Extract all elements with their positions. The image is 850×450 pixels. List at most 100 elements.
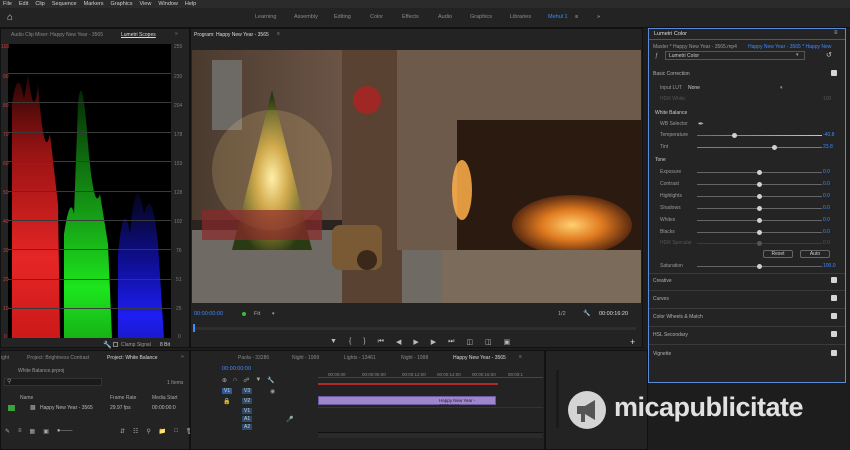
program-title[interactable]: Program: Happy New Year - 3565 xyxy=(194,32,269,38)
whites-slider[interactable] xyxy=(697,218,822,223)
lift-icon[interactable]: ◫ xyxy=(466,338,473,346)
reset-button[interactable]: Reset xyxy=(763,250,793,258)
column-frame-rate[interactable]: Frame Rate xyxy=(110,395,136,401)
workspace-effects[interactable]: Effects xyxy=(402,14,419,20)
temperature-value[interactable]: -40.8 xyxy=(823,132,834,138)
snap-icon[interactable]: ∩ xyxy=(233,377,237,384)
program-menu-icon[interactable]: ≡ xyxy=(277,31,280,37)
slider-knob[interactable] xyxy=(757,170,762,175)
slider-knob[interactable] xyxy=(757,218,762,223)
exposure-value[interactable]: 0.0 xyxy=(823,169,830,175)
tab-sequence-night[interactable]: Night - 1999 xyxy=(292,355,319,361)
video-clip[interactable]: Happy New Year - 3565.mp4 xyxy=(318,396,496,408)
program-timecode[interactable]: 00:00:00:00 xyxy=(194,311,223,317)
workspace-learning[interactable]: Learning xyxy=(255,14,276,20)
contrast-value[interactable]: 0.0 xyxy=(823,181,830,187)
nest-icon[interactable]: ⊕ xyxy=(222,377,227,384)
track-a1-label[interactable]: A1 xyxy=(242,416,253,422)
project-item-name[interactable]: Happy New Year - 3565 xyxy=(40,405,93,411)
wrench-icon[interactable]: 🔧 xyxy=(267,377,274,384)
slider-knob[interactable] xyxy=(757,182,762,187)
panel-menu-icon[interactable]: ≡ xyxy=(519,354,522,360)
eye-icon[interactable]: ◉ xyxy=(270,388,275,395)
color-wheels-section[interactable]: Color Wheels & Match xyxy=(653,314,703,320)
workspace-overflow-icon[interactable]: » xyxy=(597,14,600,20)
menu-graphics[interactable]: Graphics xyxy=(111,1,133,7)
menu-view[interactable]: View xyxy=(140,1,152,7)
track-target-v1[interactable]: V1 xyxy=(222,388,233,394)
column-media-start[interactable]: Media Start xyxy=(152,395,178,401)
play-icon[interactable]: ▶ xyxy=(413,338,418,346)
shadows-slider[interactable] xyxy=(697,206,822,211)
workspace-assembly[interactable]: Assembly xyxy=(294,14,318,20)
playhead[interactable] xyxy=(193,324,195,332)
go-to-out-icon[interactable]: ⏭ xyxy=(448,338,454,346)
go-to-in-icon[interactable]: ⏮ xyxy=(378,338,384,346)
add-marker-icon[interactable]: ▼ xyxy=(255,377,261,384)
add-button-icon[interactable]: + xyxy=(630,337,635,347)
basic-correction-checkbox[interactable] xyxy=(831,70,837,76)
mark-in-icon[interactable]: { xyxy=(349,338,351,346)
slider-knob[interactable] xyxy=(757,194,762,199)
workspace-editing[interactable]: Editing xyxy=(334,14,351,20)
effect-selector[interactable] xyxy=(665,51,805,60)
contrast-slider[interactable] xyxy=(697,182,822,187)
label-color-swatch[interactable] xyxy=(8,405,15,411)
reset-effect-icon[interactable]: ↺ xyxy=(826,51,832,59)
clamp-signal-checkbox[interactable] xyxy=(113,342,118,347)
automate-icon[interactable]: ☷ xyxy=(133,428,138,435)
track-v2-label[interactable]: V2 xyxy=(242,398,253,404)
menu-edit[interactable]: Edit xyxy=(19,1,28,7)
tab-sequence-lights[interactable]: Lights - 13461 xyxy=(344,355,376,361)
panel-overflow-icon[interactable]: » xyxy=(175,31,178,37)
sort-icon[interactable]: ⇵ xyxy=(120,428,125,435)
blacks-value[interactable]: 0.0 xyxy=(823,229,830,235)
wrench-icon[interactable]: 🔧 xyxy=(583,310,590,317)
vignette-section[interactable]: Vignette xyxy=(653,351,671,357)
tab-partial[interactable]: ight xyxy=(1,355,9,361)
track-v1-label[interactable]: V1 xyxy=(242,408,253,414)
sequence-clip-label[interactable]: Happy New Year - 3565 * Happy New xyxy=(748,44,831,50)
track-a2-label[interactable]: A2 xyxy=(242,424,253,430)
workspace-color[interactable]: Color xyxy=(370,14,383,20)
lumetri-title[interactable]: Lumetri Color xyxy=(654,31,687,37)
tab-sequence-night-2[interactable]: Night - 1998 xyxy=(401,355,428,361)
workspace-audio[interactable]: Audio xyxy=(438,14,452,20)
zoom-slider-icon[interactable]: ●—— xyxy=(57,428,73,435)
slider-knob[interactable] xyxy=(732,133,737,138)
tab-lumetri-scopes[interactable]: Lumetri Scopes xyxy=(121,32,156,38)
highlights-slider[interactable] xyxy=(697,194,822,199)
saturation-slider[interactable] xyxy=(697,264,822,269)
slider-knob[interactable] xyxy=(772,145,777,150)
hsl-secondary-section[interactable]: HSL Secondary xyxy=(653,332,688,338)
menu-sequence[interactable]: Sequence xyxy=(52,1,77,7)
highlights-value[interactable]: 0.0 xyxy=(823,193,830,199)
tab-audio-clip-mixer[interactable]: Audio Clip Mixer: Happy New Year - 3565 xyxy=(11,32,103,38)
shadows-value[interactable]: 0.0 xyxy=(823,205,830,211)
home-icon[interactable]: ⌂ xyxy=(7,12,19,24)
input-lut-dropdown[interactable]: None xyxy=(688,85,700,91)
curves-section[interactable]: Curves xyxy=(653,296,669,302)
vignette-checkbox[interactable] xyxy=(831,350,837,356)
master-clip-label[interactable]: Master * Happy New Year - 3565.mp4 xyxy=(653,44,737,50)
workspace-mehul[interactable]: Mehul 1 xyxy=(548,14,568,20)
basic-correction-header[interactable]: Basic Correction xyxy=(653,71,690,77)
column-name[interactable]: Name xyxy=(20,395,33,401)
tab-sequence-happy-new-year[interactable]: Happy New Year - 3565 xyxy=(453,355,506,361)
fit-dropdown[interactable]: Fit xyxy=(254,311,260,317)
chevron-down-icon[interactable]: ▾ xyxy=(272,311,275,317)
find-icon[interactable]: ⚲ xyxy=(146,428,150,435)
menu-file[interactable]: File xyxy=(3,1,12,7)
workspace-menu-icon[interactable]: ≡ xyxy=(575,14,578,20)
tone-header[interactable]: Tone xyxy=(655,157,666,163)
resolution-dropdown[interactable]: 1/2 xyxy=(558,311,566,317)
extract-icon[interactable]: ◫ xyxy=(485,338,492,346)
pencil-icon[interactable]: ✎ xyxy=(5,428,10,435)
program-scrub-bar[interactable] xyxy=(194,327,636,330)
blacks-slider[interactable] xyxy=(697,230,822,235)
lock-icon[interactable]: 🔒 xyxy=(223,398,230,405)
mark-out-icon[interactable]: } xyxy=(363,338,365,346)
temperature-slider[interactable] xyxy=(697,133,822,138)
menu-window[interactable]: Window xyxy=(158,1,178,7)
project-search-input[interactable] xyxy=(4,378,102,386)
